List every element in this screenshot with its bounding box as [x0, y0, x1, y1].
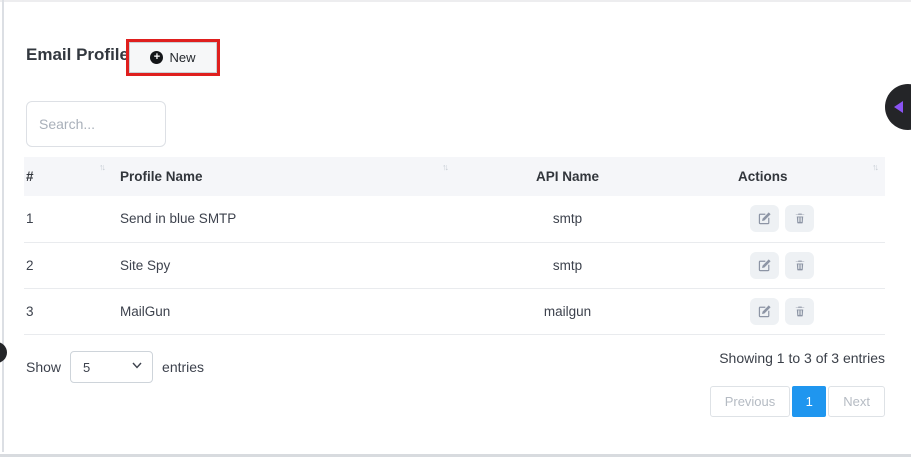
- panel-toggle-button[interactable]: [885, 84, 911, 130]
- page-title: Email Profile: [26, 45, 129, 65]
- delete-icon: [794, 259, 806, 272]
- column-header-actions[interactable]: Actions ↑↓: [680, 157, 885, 196]
- sort-icon[interactable]: ↑↓: [99, 162, 104, 172]
- next-page-button[interactable]: Next: [828, 386, 885, 417]
- search-input[interactable]: [26, 101, 166, 147]
- left-divider: [2, 0, 4, 452]
- edit-icon: [758, 259, 771, 272]
- delete-button[interactable]: [785, 205, 814, 232]
- api-name-cell: smtp: [455, 242, 680, 288]
- table-row: 2 Site Spy smtp: [24, 242, 885, 288]
- delete-icon: [794, 305, 806, 318]
- entries-label: entries: [162, 359, 204, 375]
- previous-page-button[interactable]: Previous: [710, 386, 791, 417]
- table-row: 3 MailGun mailgun: [24, 288, 885, 334]
- email-profile-page: Email Profile + New # ↑↓ Profile Name ↑↓: [0, 0, 911, 461]
- highlight-box: + New: [126, 39, 220, 76]
- column-header-index[interactable]: # ↑↓: [24, 157, 112, 196]
- row-index: 2: [24, 242, 112, 288]
- top-divider: [0, 0, 911, 2]
- delete-button[interactable]: [785, 298, 814, 325]
- row-index: 3: [24, 288, 112, 334]
- delete-icon: [794, 212, 806, 225]
- table-row: 1 Send in blue SMTP smtp: [24, 196, 885, 242]
- page-size-select[interactable]: 5: [70, 351, 153, 383]
- edge-widget-button[interactable]: [0, 342, 7, 363]
- email-profile-table: # ↑↓ Profile Name ↑↓ API Name Actions ↑↓…: [24, 157, 885, 335]
- plus-circle-icon: +: [150, 51, 163, 64]
- column-header-api-name[interactable]: API Name: [455, 157, 680, 196]
- edit-button[interactable]: [750, 252, 779, 279]
- sort-icon[interactable]: ↑↓: [442, 162, 447, 172]
- bottom-divider: [0, 454, 911, 457]
- edit-button[interactable]: [750, 205, 779, 232]
- new-button-label: New: [169, 50, 195, 65]
- row-index: 1: [24, 196, 112, 242]
- show-label: Show: [26, 359, 61, 375]
- row-actions: [750, 252, 885, 279]
- edit-icon: [758, 212, 771, 225]
- row-actions: [750, 205, 885, 232]
- profile-name-cell: Site Spy: [112, 242, 455, 288]
- table-info: Showing 1 to 3 of 3 entries: [719, 350, 885, 366]
- pagination: Previous 1 Next: [710, 386, 885, 417]
- arrow-left-icon: [894, 101, 903, 113]
- edit-button[interactable]: [750, 298, 779, 325]
- profile-name-cell: MailGun: [112, 288, 455, 334]
- new-button[interactable]: + New: [129, 42, 217, 73]
- row-actions: [750, 298, 885, 325]
- profile-name-cell: Send in blue SMTP: [112, 196, 455, 242]
- edit-icon: [758, 305, 771, 318]
- api-name-cell: mailgun: [455, 288, 680, 334]
- api-name-cell: smtp: [455, 196, 680, 242]
- delete-button[interactable]: [785, 252, 814, 279]
- column-header-profile-name[interactable]: Profile Name ↑↓: [112, 157, 455, 196]
- sort-icon[interactable]: ↑↓: [872, 162, 877, 172]
- page-1-button[interactable]: 1: [792, 386, 826, 417]
- table-header-row: # ↑↓ Profile Name ↑↓ API Name Actions ↑↓: [24, 157, 885, 196]
